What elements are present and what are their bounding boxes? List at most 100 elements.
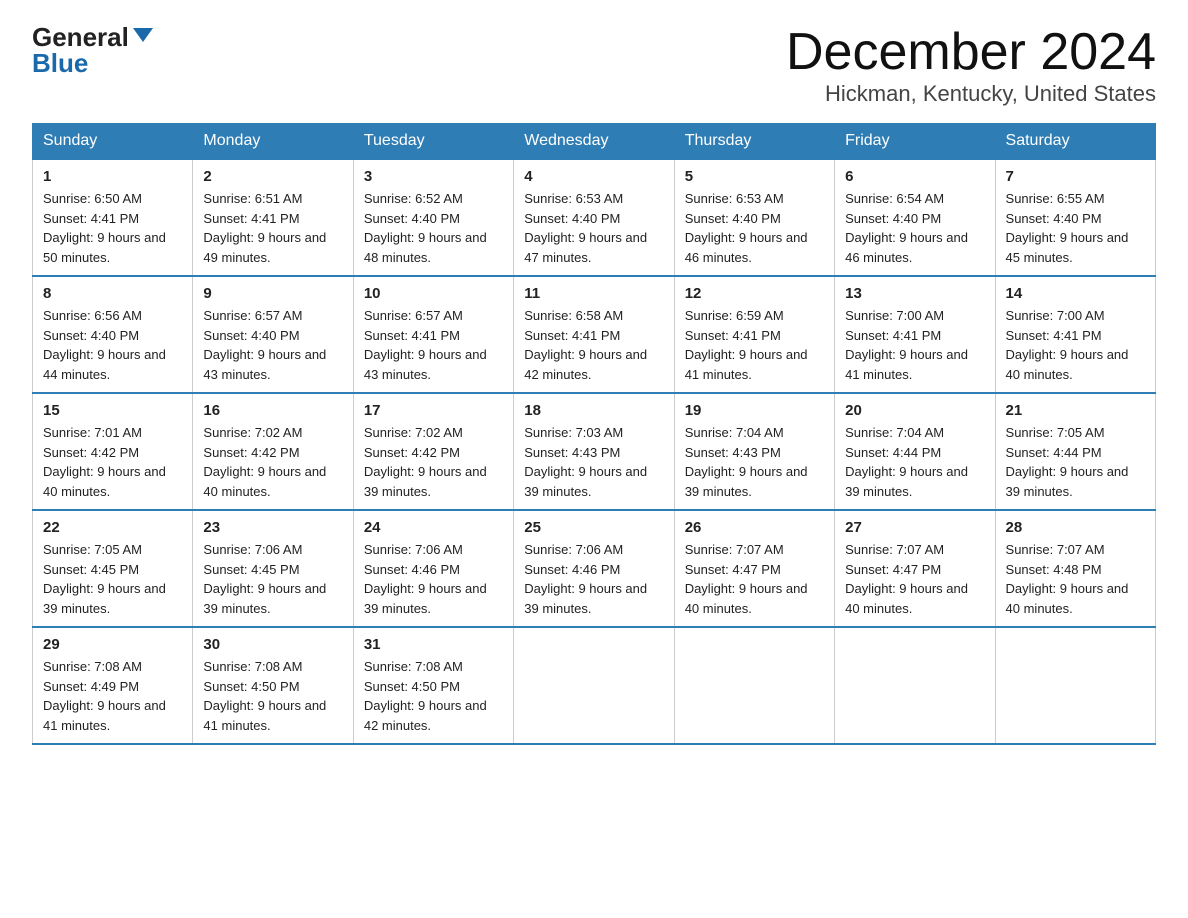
table-row: 5 Sunrise: 6:53 AM Sunset: 4:40 PM Dayli… (674, 159, 834, 276)
day-info: Sunrise: 7:06 AM Sunset: 4:46 PM Dayligh… (364, 540, 503, 618)
table-row: 26 Sunrise: 7:07 AM Sunset: 4:47 PM Dayl… (674, 510, 834, 627)
day-number: 17 (364, 402, 503, 419)
table-row: 28 Sunrise: 7:07 AM Sunset: 4:48 PM Dayl… (995, 510, 1155, 627)
page-header: General Blue December 2024 Hickman, Kent… (32, 24, 1156, 107)
day-number: 23 (203, 519, 342, 536)
day-number: 5 (685, 168, 824, 185)
col-sunday: Sunday (33, 124, 193, 160)
table-row: 13 Sunrise: 7:00 AM Sunset: 4:41 PM Dayl… (835, 276, 995, 393)
calendar-header-row: Sunday Monday Tuesday Wednesday Thursday… (33, 124, 1156, 160)
calendar-week-row: 15 Sunrise: 7:01 AM Sunset: 4:42 PM Dayl… (33, 393, 1156, 510)
day-number: 9 (203, 285, 342, 302)
day-number: 18 (524, 402, 663, 419)
day-number: 19 (685, 402, 824, 419)
day-number: 30 (203, 636, 342, 653)
day-info: Sunrise: 7:07 AM Sunset: 4:47 PM Dayligh… (685, 540, 824, 618)
table-row: 23 Sunrise: 7:06 AM Sunset: 4:45 PM Dayl… (193, 510, 353, 627)
table-row: 4 Sunrise: 6:53 AM Sunset: 4:40 PM Dayli… (514, 159, 674, 276)
day-number: 25 (524, 519, 663, 536)
table-row: 15 Sunrise: 7:01 AM Sunset: 4:42 PM Dayl… (33, 393, 193, 510)
table-row: 29 Sunrise: 7:08 AM Sunset: 4:49 PM Dayl… (33, 627, 193, 744)
table-row: 3 Sunrise: 6:52 AM Sunset: 4:40 PM Dayli… (353, 159, 513, 276)
table-row: 24 Sunrise: 7:06 AM Sunset: 4:46 PM Dayl… (353, 510, 513, 627)
table-row: 20 Sunrise: 7:04 AM Sunset: 4:44 PM Dayl… (835, 393, 995, 510)
day-number: 16 (203, 402, 342, 419)
table-row: 8 Sunrise: 6:56 AM Sunset: 4:40 PM Dayli… (33, 276, 193, 393)
table-row: 11 Sunrise: 6:58 AM Sunset: 4:41 PM Dayl… (514, 276, 674, 393)
table-row: 7 Sunrise: 6:55 AM Sunset: 4:40 PM Dayli… (995, 159, 1155, 276)
day-number: 24 (364, 519, 503, 536)
day-info: Sunrise: 7:06 AM Sunset: 4:46 PM Dayligh… (524, 540, 663, 618)
title-block: December 2024 Hickman, Kentucky, United … (786, 24, 1156, 107)
day-number: 3 (364, 168, 503, 185)
day-info: Sunrise: 7:08 AM Sunset: 4:50 PM Dayligh… (364, 657, 503, 735)
table-row: 1 Sunrise: 6:50 AM Sunset: 4:41 PM Dayli… (33, 159, 193, 276)
table-row: 9 Sunrise: 6:57 AM Sunset: 4:40 PM Dayli… (193, 276, 353, 393)
day-info: Sunrise: 6:53 AM Sunset: 4:40 PM Dayligh… (685, 189, 824, 267)
day-number: 27 (845, 519, 984, 536)
day-info: Sunrise: 7:03 AM Sunset: 4:43 PM Dayligh… (524, 423, 663, 501)
day-number: 12 (685, 285, 824, 302)
day-info: Sunrise: 6:54 AM Sunset: 4:40 PM Dayligh… (845, 189, 984, 267)
col-saturday: Saturday (995, 124, 1155, 160)
location-text: Hickman, Kentucky, United States (786, 81, 1156, 107)
day-info: Sunrise: 7:04 AM Sunset: 4:43 PM Dayligh… (685, 423, 824, 501)
table-row: 31 Sunrise: 7:08 AM Sunset: 4:50 PM Dayl… (353, 627, 513, 744)
col-wednesday: Wednesday (514, 124, 674, 160)
day-info: Sunrise: 6:51 AM Sunset: 4:41 PM Dayligh… (203, 189, 342, 267)
logo-arrow-icon (133, 28, 153, 42)
day-info: Sunrise: 7:04 AM Sunset: 4:44 PM Dayligh… (845, 423, 984, 501)
table-row: 2 Sunrise: 6:51 AM Sunset: 4:41 PM Dayli… (193, 159, 353, 276)
calendar-week-row: 1 Sunrise: 6:50 AM Sunset: 4:41 PM Dayli… (33, 159, 1156, 276)
day-number: 2 (203, 168, 342, 185)
table-row (995, 627, 1155, 744)
day-info: Sunrise: 7:05 AM Sunset: 4:45 PM Dayligh… (43, 540, 182, 618)
day-info: Sunrise: 7:08 AM Sunset: 4:49 PM Dayligh… (43, 657, 182, 735)
day-info: Sunrise: 7:01 AM Sunset: 4:42 PM Dayligh… (43, 423, 182, 501)
day-info: Sunrise: 7:00 AM Sunset: 4:41 PM Dayligh… (845, 306, 984, 384)
day-info: Sunrise: 6:53 AM Sunset: 4:40 PM Dayligh… (524, 189, 663, 267)
day-info: Sunrise: 7:08 AM Sunset: 4:50 PM Dayligh… (203, 657, 342, 735)
month-title: December 2024 (786, 24, 1156, 81)
table-row (514, 627, 674, 744)
day-number: 29 (43, 636, 182, 653)
table-row: 18 Sunrise: 7:03 AM Sunset: 4:43 PM Dayl… (514, 393, 674, 510)
col-tuesday: Tuesday (353, 124, 513, 160)
day-number: 1 (43, 168, 182, 185)
table-row (674, 627, 834, 744)
day-info: Sunrise: 6:59 AM Sunset: 4:41 PM Dayligh… (685, 306, 824, 384)
calendar-week-row: 22 Sunrise: 7:05 AM Sunset: 4:45 PM Dayl… (33, 510, 1156, 627)
col-thursday: Thursday (674, 124, 834, 160)
table-row: 30 Sunrise: 7:08 AM Sunset: 4:50 PM Dayl… (193, 627, 353, 744)
day-number: 7 (1006, 168, 1145, 185)
table-row: 21 Sunrise: 7:05 AM Sunset: 4:44 PM Dayl… (995, 393, 1155, 510)
table-row: 25 Sunrise: 7:06 AM Sunset: 4:46 PM Dayl… (514, 510, 674, 627)
calendar-week-row: 8 Sunrise: 6:56 AM Sunset: 4:40 PM Dayli… (33, 276, 1156, 393)
day-number: 28 (1006, 519, 1145, 536)
day-info: Sunrise: 6:56 AM Sunset: 4:40 PM Dayligh… (43, 306, 182, 384)
table-row: 16 Sunrise: 7:02 AM Sunset: 4:42 PM Dayl… (193, 393, 353, 510)
day-number: 10 (364, 285, 503, 302)
table-row: 10 Sunrise: 6:57 AM Sunset: 4:41 PM Dayl… (353, 276, 513, 393)
day-number: 31 (364, 636, 503, 653)
day-info: Sunrise: 6:50 AM Sunset: 4:41 PM Dayligh… (43, 189, 182, 267)
day-number: 22 (43, 519, 182, 536)
calendar-table: Sunday Monday Tuesday Wednesday Thursday… (32, 123, 1156, 745)
table-row: 17 Sunrise: 7:02 AM Sunset: 4:42 PM Dayl… (353, 393, 513, 510)
day-info: Sunrise: 6:55 AM Sunset: 4:40 PM Dayligh… (1006, 189, 1145, 267)
day-number: 26 (685, 519, 824, 536)
day-info: Sunrise: 7:02 AM Sunset: 4:42 PM Dayligh… (364, 423, 503, 501)
day-info: Sunrise: 6:57 AM Sunset: 4:41 PM Dayligh… (364, 306, 503, 384)
logo: General Blue (32, 24, 153, 76)
table-row (835, 627, 995, 744)
day-info: Sunrise: 6:58 AM Sunset: 4:41 PM Dayligh… (524, 306, 663, 384)
day-info: Sunrise: 7:05 AM Sunset: 4:44 PM Dayligh… (1006, 423, 1145, 501)
day-info: Sunrise: 7:06 AM Sunset: 4:45 PM Dayligh… (203, 540, 342, 618)
day-number: 13 (845, 285, 984, 302)
day-info: Sunrise: 6:52 AM Sunset: 4:40 PM Dayligh… (364, 189, 503, 267)
day-number: 6 (845, 168, 984, 185)
day-info: Sunrise: 7:07 AM Sunset: 4:47 PM Dayligh… (845, 540, 984, 618)
col-monday: Monday (193, 124, 353, 160)
day-number: 21 (1006, 402, 1145, 419)
calendar-week-row: 29 Sunrise: 7:08 AM Sunset: 4:49 PM Dayl… (33, 627, 1156, 744)
